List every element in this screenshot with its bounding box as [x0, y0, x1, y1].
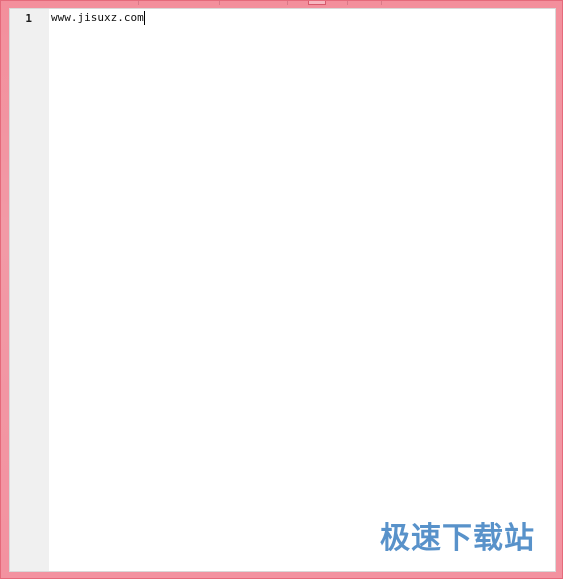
- code-area[interactable]: www.jisuxz.com: [49, 9, 555, 571]
- code-line[interactable]: www.jisuxz.com: [51, 11, 145, 25]
- text-caret-icon: [143, 11, 145, 25]
- toolbar-separator: [287, 1, 288, 5]
- toolbar-remnant: [1, 1, 563, 7]
- text-editor[interactable]: 1 www.jisuxz.com 极速下载站: [9, 8, 556, 572]
- line-number-gutter: 1: [10, 9, 49, 571]
- toolbar-separator: [381, 1, 382, 5]
- line-number: 1: [25, 12, 32, 25]
- toolbar-separator: [138, 1, 139, 5]
- toolbar-separator: [347, 1, 348, 5]
- code-line-text: www.jisuxz.com: [51, 11, 144, 24]
- toolbar-button[interactable]: [308, 1, 326, 5]
- watermark-logo: 极速下载站: [380, 521, 535, 556]
- toolbar-separator: [219, 1, 220, 5]
- window-frame: 1 www.jisuxz.com 极速下载站: [0, 0, 563, 579]
